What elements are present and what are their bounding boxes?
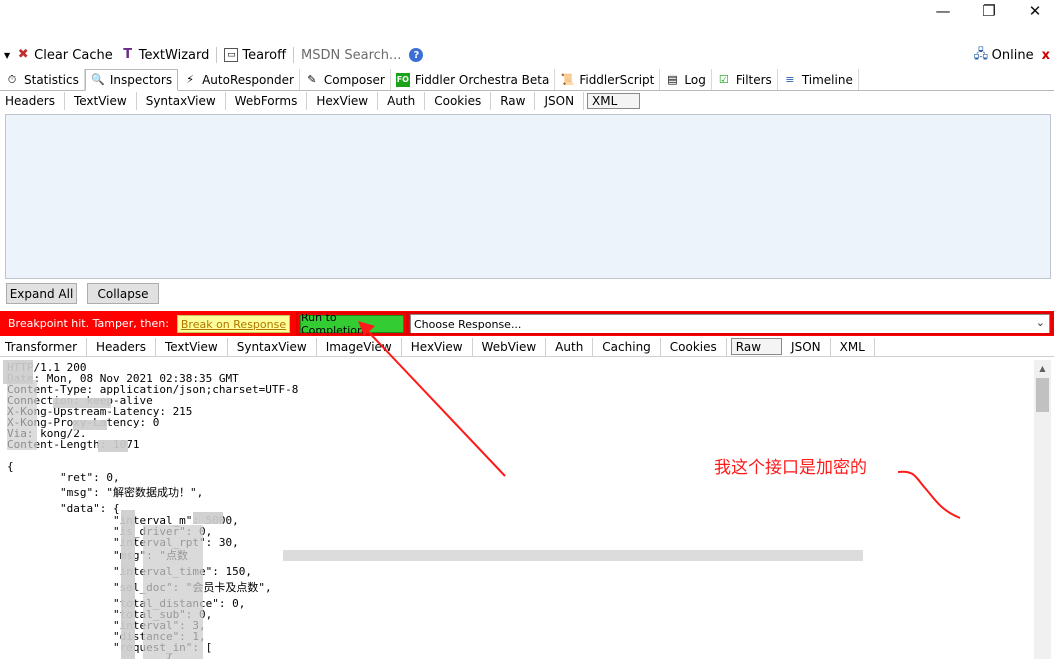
annotation-squiggle <box>897 470 961 519</box>
annotation-overlay <box>358 321 961 519</box>
annotation-arrow <box>358 321 506 477</box>
annotation-text: 我这个接口是加密的 <box>714 458 867 478</box>
